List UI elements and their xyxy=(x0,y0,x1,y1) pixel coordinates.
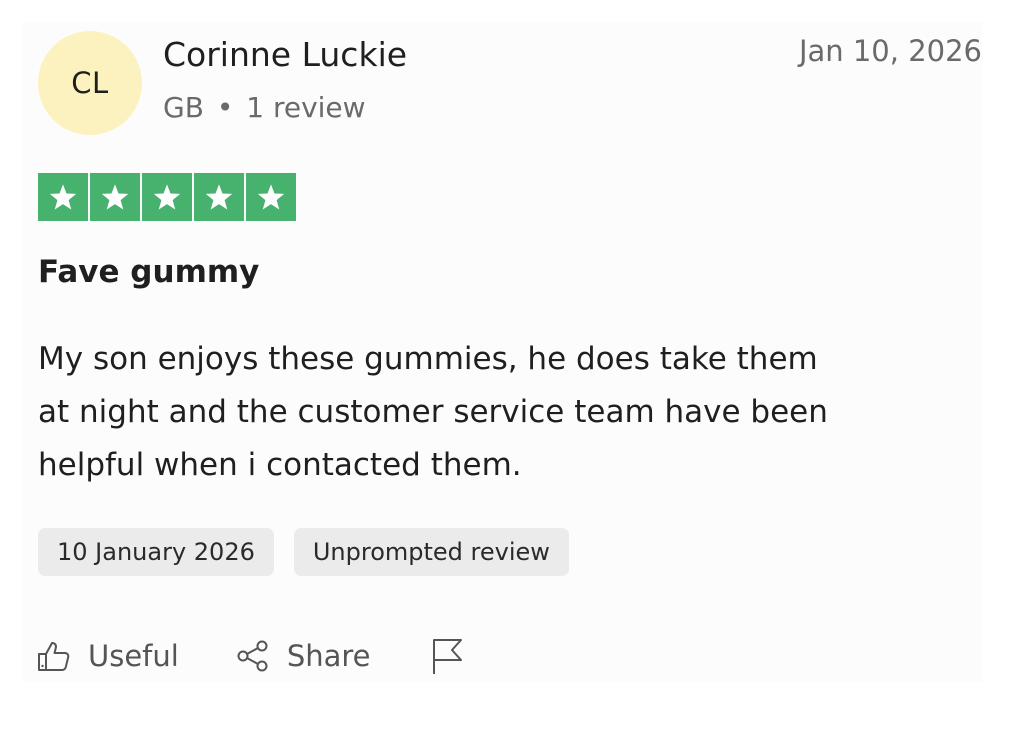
review-title: Fave gummy xyxy=(38,254,260,290)
author-meta: GB • 1 review xyxy=(163,90,366,126)
date-of-experience-badge: 10 January 2026 xyxy=(38,528,274,576)
flag-icon xyxy=(432,639,462,674)
star-icon xyxy=(101,184,129,210)
share-button[interactable]: Share xyxy=(235,639,371,673)
star-1 xyxy=(38,173,88,221)
avatar[interactable]: CL xyxy=(38,31,142,135)
review-date: Jan 10, 2026 xyxy=(798,34,982,68)
star-3 xyxy=(142,173,192,221)
star-5 xyxy=(246,173,296,221)
meta-separator: • xyxy=(216,91,234,124)
author-name[interactable]: Corinne Luckie xyxy=(163,34,407,76)
useful-label: Useful xyxy=(88,639,179,673)
useful-button[interactable]: Useful xyxy=(36,639,179,673)
review-type-badge[interactable]: Unprompted review xyxy=(293,528,569,576)
review-body: My son enjoys these gummies, he does tak… xyxy=(38,341,828,483)
star-rating xyxy=(38,173,296,221)
thumbs-up-icon xyxy=(38,642,70,671)
share-label: Share xyxy=(286,639,371,673)
review-card: CL Corinne Luckie GB • 1 review Jan 10, … xyxy=(0,0,1024,731)
avatar-initials: CL xyxy=(71,66,109,100)
report-button[interactable] xyxy=(429,636,465,676)
star-2 xyxy=(90,173,140,221)
author-review-count[interactable]: 1 review xyxy=(246,91,365,124)
star-icon xyxy=(153,184,181,210)
star-icon xyxy=(257,184,285,210)
share-icon xyxy=(237,640,268,672)
review-actions: Useful Share xyxy=(36,632,465,680)
star-4 xyxy=(194,173,244,221)
star-icon xyxy=(205,184,233,210)
review-badges: 10 January 2026 Unprompted review xyxy=(38,528,569,576)
author-country: GB xyxy=(163,91,204,124)
star-icon xyxy=(49,184,77,210)
